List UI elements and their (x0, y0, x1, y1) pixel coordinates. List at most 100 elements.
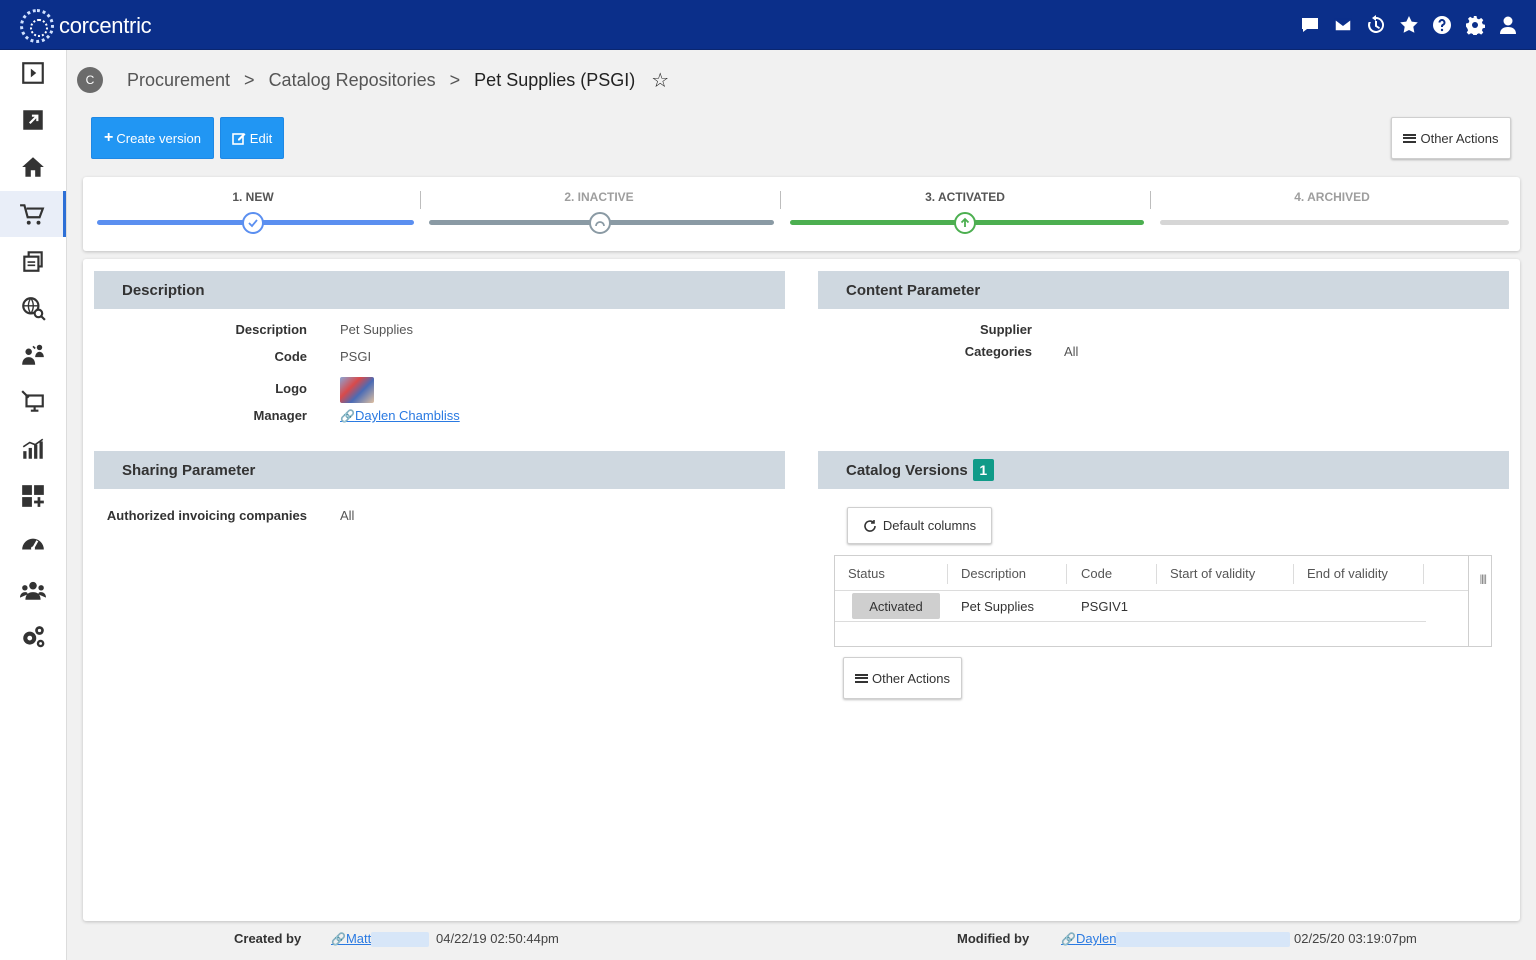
column-config-divider (1468, 556, 1469, 646)
step-new-check-icon[interactable] (242, 212, 264, 234)
modified-by-link[interactable]: 🔗Daylen (1061, 931, 1291, 948)
catalog-versions-section-header: Catalog Versions 1 (818, 451, 1509, 489)
step-archived-label: 4. ARCHIVED (1294, 190, 1370, 204)
sidebar-item-documents[interactable] (0, 238, 66, 284)
manager-link[interactable]: 🔗Daylen Chambliss (340, 408, 460, 423)
column-header-status[interactable]: Status (848, 566, 885, 581)
column-divider (1293, 564, 1294, 584)
favorite-star-icon[interactable]: ☆ (651, 68, 669, 93)
column-divider (1156, 564, 1157, 584)
gear-icon[interactable] (1458, 12, 1491, 38)
other-actions-button[interactable]: Other Actions (1391, 117, 1511, 159)
edit-icon (231, 133, 246, 145)
redacted-name (371, 932, 430, 948)
history-icon[interactable] (1359, 12, 1392, 38)
catalog-logo-image[interactable] (340, 377, 374, 403)
play-icon (22, 62, 44, 84)
modified-by-user: Daylen (1075, 931, 1117, 946)
code-value: PSGI (340, 349, 372, 364)
sidebar-item-users[interactable] (0, 567, 66, 613)
menu-icon (1403, 133, 1417, 143)
column-divider (947, 564, 948, 584)
modified-date: 02/25/20 03:19:07pm (1294, 931, 1417, 946)
link-icon: 🔗 (1061, 932, 1076, 946)
create-version-button[interactable]: + Create version (91, 117, 214, 159)
column-config-icon[interactable]: |||| (1480, 574, 1487, 585)
dashboard-gauge-icon (22, 538, 44, 551)
edit-button[interactable]: Edit (220, 117, 284, 159)
breadcrumb-separator: > (449, 70, 461, 90)
other-actions-label: Other Actions (1420, 130, 1499, 146)
corcentric-logo-icon (20, 9, 54, 43)
supplier-label: Supplier (979, 322, 1032, 337)
mail-icon[interactable] (1326, 12, 1359, 38)
redacted-name (1116, 932, 1291, 948)
sidebar-item-widgets[interactable] (0, 473, 66, 519)
default-columns-label: Default columns (882, 518, 977, 533)
team-icon (22, 344, 44, 365)
code-label: Code (274, 349, 308, 364)
header-divider (835, 590, 1469, 591)
global-search-icon (22, 297, 46, 321)
column-divider (1066, 564, 1067, 584)
content-parameter-section-header: Content Parameter (818, 271, 1509, 309)
help-icon[interactable] (1425, 12, 1458, 38)
header-actions (1293, 12, 1524, 38)
modified-by-label: Modified by (957, 931, 1030, 946)
row-code: PSGIV1 (1081, 599, 1128, 614)
row-divider (835, 621, 1426, 622)
description-section-header: Description (94, 271, 785, 309)
step-inactive-pause-icon[interactable] (589, 212, 611, 234)
sidebar-item-settings[interactable] (0, 614, 66, 660)
step-divider (780, 191, 781, 209)
column-header-description[interactable]: Description (961, 566, 1026, 581)
versions-other-actions-label: Other Actions (871, 670, 951, 686)
sidebar-item-analytics[interactable] (0, 426, 66, 472)
sidebar-item-home[interactable] (0, 144, 66, 190)
sharing-parameter-section-header: Sharing Parameter (94, 451, 785, 489)
versions-other-actions-button[interactable]: Other Actions (843, 657, 962, 699)
avatar[interactable]: C (77, 67, 103, 93)
brand[interactable]: corcentric (20, 9, 152, 43)
row-description: Pet Supplies (961, 599, 1034, 614)
column-header-start-of-validity[interactable]: Start of validity (1170, 566, 1255, 581)
breadcrumb-separator: > (244, 70, 255, 90)
sidebar-item-global-search[interactable] (0, 285, 66, 331)
menu-icon (854, 673, 868, 683)
settings-gears-icon (23, 626, 45, 648)
sidebar-item-start[interactable] (0, 50, 66, 96)
default-columns-button[interactable]: Default columns (847, 507, 992, 544)
column-header-code[interactable]: Code (1081, 566, 1112, 581)
categories-label: Categories (964, 344, 1032, 359)
authorized-invoicing-value: All (340, 508, 355, 523)
breadcrumb-catalog-repositories[interactable]: Catalog Repositories (269, 70, 436, 91)
sidebar-item-procurement[interactable] (0, 191, 66, 237)
breadcrumb: Procurement > Catalog Repositories > Pet… (127, 68, 669, 93)
authorized-invoicing-label: Authorized invoicing companies (106, 508, 307, 523)
link-icon: 🔗 (340, 409, 355, 423)
breadcrumb-procurement[interactable]: Procurement (127, 70, 230, 91)
sidebar-item-team[interactable] (0, 332, 66, 378)
catalog-versions-table: Status Description Code Start of validit… (834, 555, 1492, 647)
step-activated-up-arrow-icon[interactable] (954, 212, 976, 234)
plus-icon: + (104, 129, 114, 146)
top-bar: corcentric (0, 0, 1536, 50)
sidebar-item-external[interactable] (0, 97, 66, 143)
step-divider (1150, 191, 1151, 209)
created-by-link[interactable]: 🔗Matt (331, 931, 430, 948)
star-icon[interactable] (1392, 12, 1425, 38)
catalog-versions-title: Catalog Versions (846, 461, 968, 479)
edit-label: Edit (249, 130, 273, 146)
user-icon[interactable] (1491, 12, 1524, 38)
link-icon: 🔗 (331, 932, 346, 946)
sidebar-item-dashboard[interactable] (0, 520, 66, 566)
step-activated-label: 3. ACTIVATED (925, 190, 1005, 204)
versions-count-badge: 1 (972, 459, 994, 481)
description-value: Pet Supplies (340, 322, 413, 337)
created-by-label: Created by (234, 931, 302, 946)
add-widget-icon (22, 485, 44, 507)
chat-icon[interactable] (1293, 12, 1326, 38)
sidebar-item-monitor[interactable] (0, 379, 66, 425)
step-new-label: 1. NEW (232, 190, 274, 204)
column-header-end-of-validity[interactable]: End of validity (1307, 566, 1388, 581)
